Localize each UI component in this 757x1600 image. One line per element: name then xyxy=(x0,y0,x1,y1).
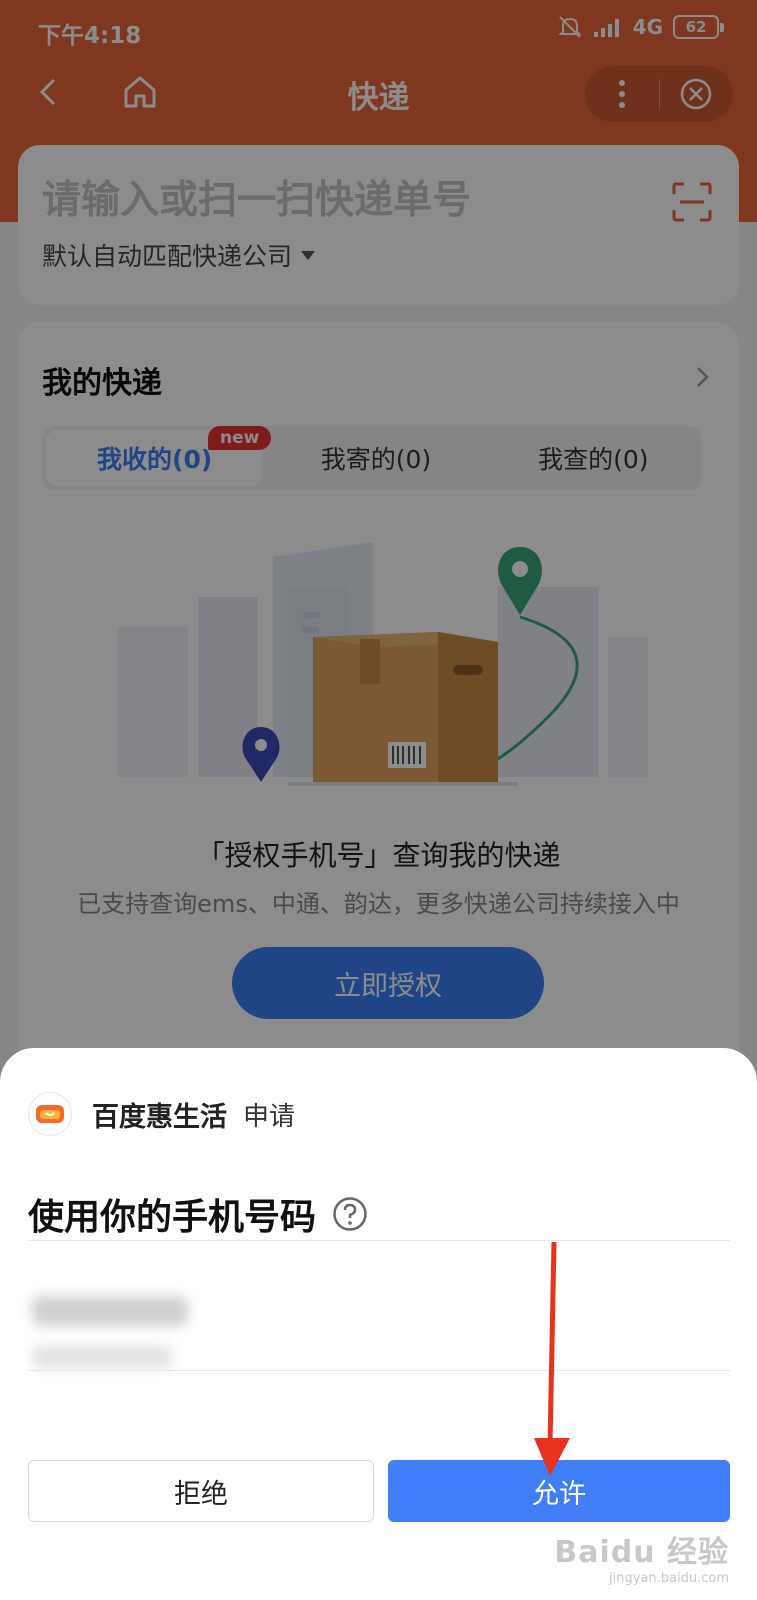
request-label: 申请 xyxy=(243,1101,296,1132)
phone-number-option[interactable] xyxy=(28,1266,730,1398)
baidu-jingyan-watermark: Baidu 经验 jingyan.baidu.com xyxy=(554,1527,729,1586)
app-name: 百度惠生活 xyxy=(92,1101,227,1133)
sheet-actions: 拒绝 允许 xyxy=(28,1460,730,1522)
watermark-logo: Baidu 经验 xyxy=(554,1535,729,1570)
bottom-divider xyxy=(28,1370,730,1371)
sheet-title: 使用你的手机号码 xyxy=(28,1197,317,1238)
deny-button[interactable]: 拒绝 xyxy=(28,1460,374,1522)
blurred-phone-number xyxy=(32,1296,188,1326)
blurred-phone-note xyxy=(32,1346,172,1368)
top-divider xyxy=(28,1240,730,1241)
sheet-heading: 使用你的手机号码 xyxy=(28,1188,368,1240)
phone-authorization-sheet: 百度惠生活 申请 使用你的手机号码 拒绝 允许 xyxy=(0,1048,757,1600)
allow-button[interactable]: 允许 xyxy=(388,1460,730,1522)
requesting-app-row: 百度惠生活 申请 xyxy=(28,1092,295,1136)
app-logo-icon xyxy=(28,1092,72,1136)
watermark-url: jingyan.baidu.com xyxy=(609,1571,729,1586)
help-icon[interactable] xyxy=(332,1196,368,1232)
